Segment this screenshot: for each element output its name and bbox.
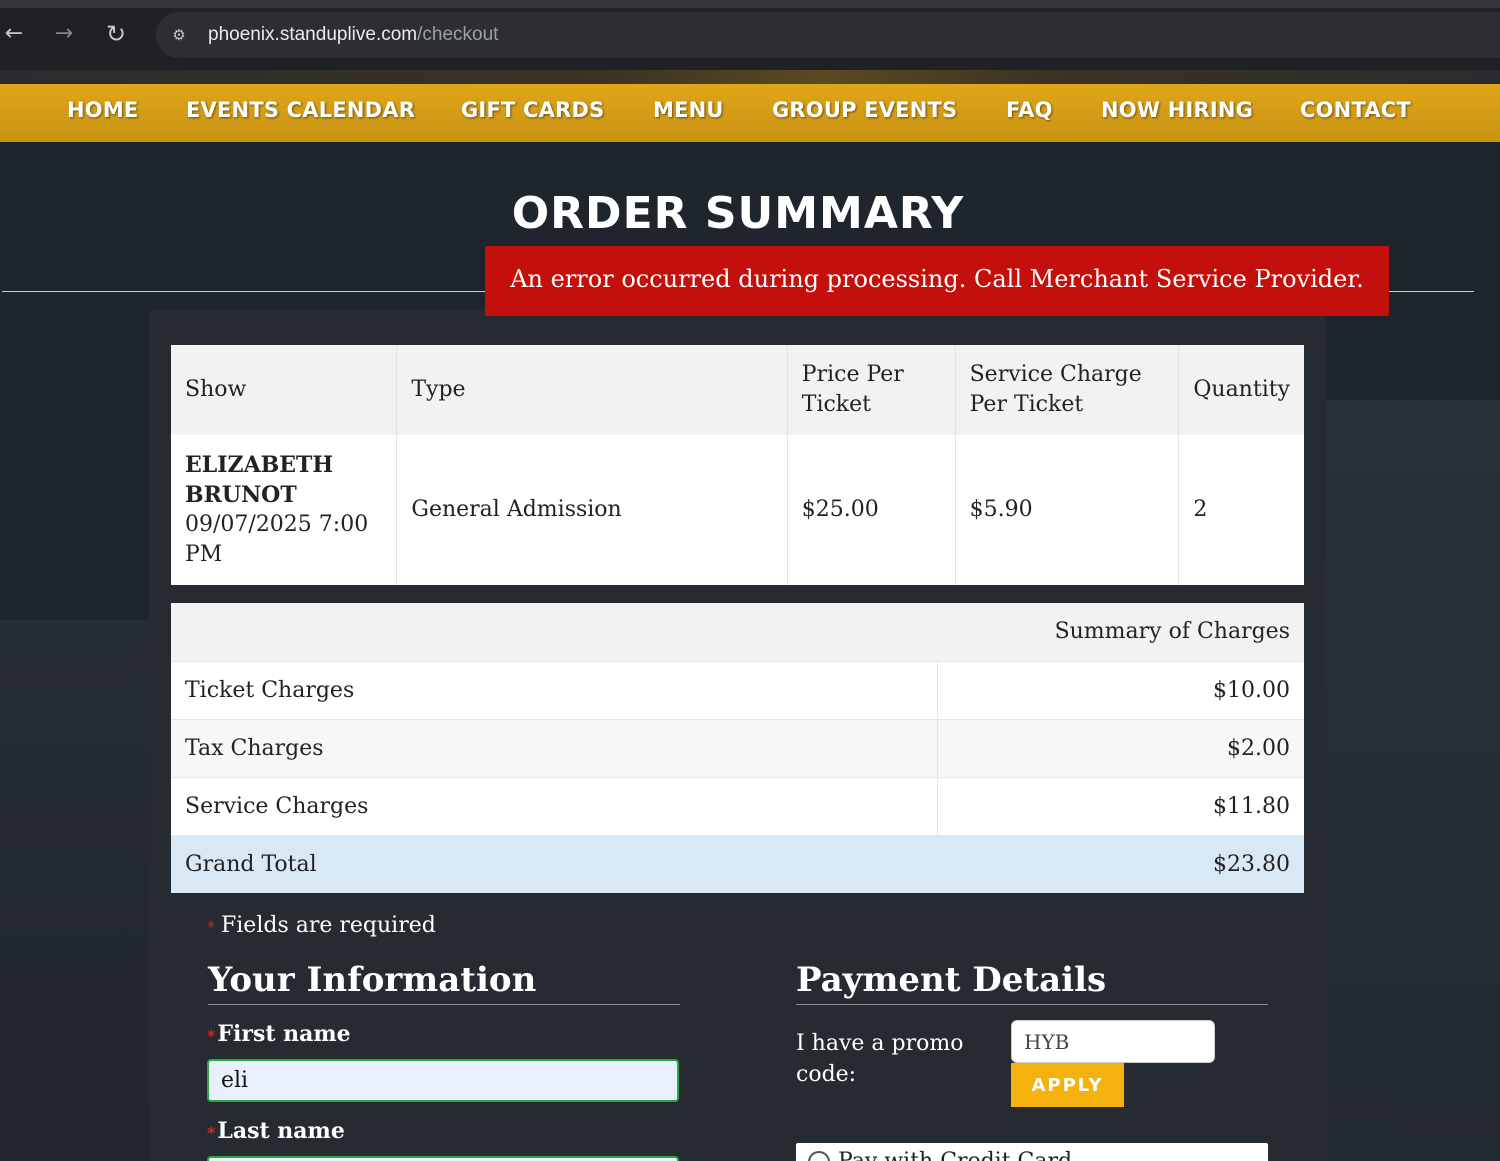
url-path: /checkout xyxy=(417,24,499,45)
show-name: ELIZABETH BRUNOT xyxy=(185,452,334,508)
browser-toolbar: ← → ↻ ⚙ phoenix.standuplive.com/checkout xyxy=(0,0,1500,70)
last-name-label: *Last name xyxy=(207,1118,345,1144)
last-name-input[interactable] xyxy=(207,1156,679,1161)
cell-quantity: 2 xyxy=(1193,497,1208,522)
summary-row-tax: Tax Charges $2.00 xyxy=(171,718,1304,777)
summary-table: Summary of Charges Ticket Charges $10.00… xyxy=(171,603,1304,893)
order-table-header-row: Show Type Price Per Ticket Service Charg… xyxy=(171,345,1304,435)
summary-label: Service Charges xyxy=(171,776,938,835)
promo-code-label: I have a promo code: xyxy=(796,1031,964,1087)
required-star-icon: * xyxy=(207,1123,216,1142)
summary-row-grand-total: Grand Total $23.80 xyxy=(171,834,1304,893)
nav-group-events[interactable]: GROUP EVENTS xyxy=(772,98,957,122)
nav-gift-cards[interactable]: GIFT CARDS xyxy=(461,98,604,122)
nav-events-calendar[interactable]: EVENTS CALENDAR xyxy=(186,98,415,122)
cell-service-charge: $5.90 xyxy=(955,435,1180,585)
col-header-show: Show xyxy=(171,345,398,435)
summary-amount: $23.80 xyxy=(937,834,1304,893)
first-name-label-text: First name xyxy=(217,1021,351,1047)
header-banner-strip xyxy=(0,70,1500,84)
show-date: 09/07/2025 7:00 PM xyxy=(185,512,369,567)
order-table: Show Type Price Per Ticket Service Charg… xyxy=(171,345,1304,585)
your-information-heading: Your Information xyxy=(208,960,680,1005)
summary-amount: $2.00 xyxy=(937,718,1304,777)
summary-label: Ticket Charges xyxy=(171,660,938,719)
nav-home[interactable]: HOME xyxy=(67,98,138,122)
reload-icon[interactable]: ↻ xyxy=(102,20,130,48)
url-host: phoenix.standuplive.com xyxy=(208,24,418,45)
first-name-input[interactable] xyxy=(207,1059,679,1102)
error-message: An error occurred during processing. Cal… xyxy=(485,246,1389,316)
summary-amount: $11.80 xyxy=(937,776,1304,835)
background-building xyxy=(1320,400,1500,1161)
col-header-quantity: Quantity xyxy=(1178,345,1304,435)
nav-now-hiring[interactable]: NOW HIRING xyxy=(1101,98,1253,122)
nav-menu[interactable]: MENU xyxy=(653,98,724,122)
credit-card-label: Pay with Credit Card xyxy=(838,1149,1072,1161)
summary-label: Tax Charges xyxy=(171,718,938,777)
col-header-type: Type xyxy=(396,345,788,435)
forward-arrow-icon[interactable]: → xyxy=(50,20,78,48)
nav-contact[interactable]: CONTACT xyxy=(1300,98,1411,122)
summary-header-row: Summary of Charges xyxy=(171,603,1304,661)
cell-price: $25.00 xyxy=(787,435,956,585)
main-navigation: HOME EVENTS CALENDAR GIFT CARDS MENU GRO… xyxy=(0,84,1500,142)
credit-card-option[interactable]: Pay with Credit Card xyxy=(796,1143,1268,1161)
radio-icon[interactable] xyxy=(808,1151,830,1161)
site-info-icon[interactable]: ⚙ xyxy=(168,24,190,46)
last-name-label-text: Last name xyxy=(217,1118,345,1144)
summary-row-service: Service Charges $11.80 xyxy=(171,776,1304,835)
col-header-service-charge: Service Charge Per Ticket xyxy=(955,345,1180,435)
required-star-icon: * xyxy=(207,917,215,936)
summary-row-ticket: Ticket Charges $10.00 xyxy=(171,660,1304,719)
nav-faq[interactable]: FAQ xyxy=(1006,98,1053,122)
background-building-left xyxy=(0,620,150,1161)
promo-code-input[interactable] xyxy=(1011,1020,1215,1063)
required-note-text: Fields are required xyxy=(221,913,436,938)
table-row: ELIZABETH BRUNOT 09/07/2025 7:00 PM Gene… xyxy=(171,435,1304,585)
first-name-label: *First name xyxy=(207,1021,351,1047)
summary-label: Grand Total xyxy=(171,834,938,893)
col-header-price: Price Per Ticket xyxy=(787,345,956,435)
cell-type: General Admission xyxy=(396,435,788,585)
required-fields-note: * Fields are required xyxy=(207,913,436,938)
summary-amount: $10.00 xyxy=(937,660,1304,719)
page-title: ORDER SUMMARY xyxy=(511,188,965,239)
required-star-icon: * xyxy=(207,1026,216,1045)
payment-details-heading: Payment Details xyxy=(796,960,1268,1005)
apply-promo-button[interactable]: APPLY xyxy=(1011,1063,1124,1107)
summary-header: Summary of Charges xyxy=(171,603,1304,661)
url-text[interactable]: phoenix.standuplive.com/checkout xyxy=(208,24,498,46)
cell-show: ELIZABETH BRUNOT 09/07/2025 7:00 PM xyxy=(171,435,398,585)
back-arrow-icon[interactable]: ← xyxy=(0,20,28,48)
address-bar[interactable]: ⚙ phoenix.standuplive.com/checkout xyxy=(156,12,1500,58)
